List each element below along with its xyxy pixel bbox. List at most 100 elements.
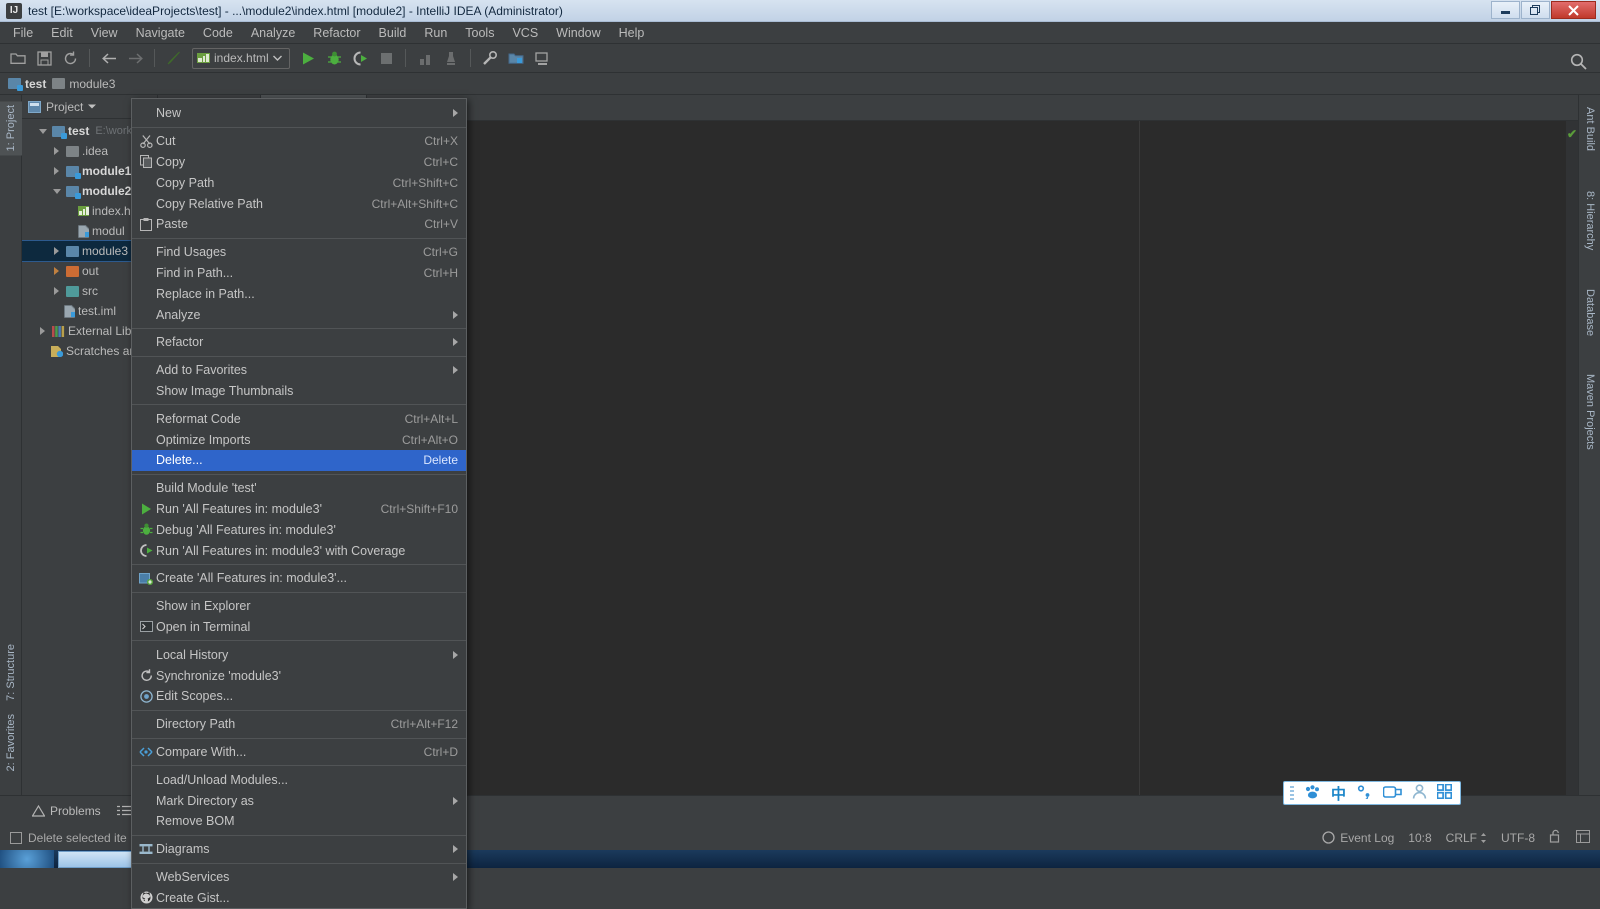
open-folder-icon[interactable] — [6, 46, 30, 70]
menu-item-new[interactable]: New — [132, 103, 466, 124]
coverage-icon[interactable] — [348, 46, 372, 70]
unlock-icon[interactable] — [1549, 829, 1562, 846]
attach-icon[interactable] — [439, 46, 463, 70]
bottom-tab-problems[interactable]: Problems — [24, 804, 109, 818]
menu-item-run-all-features[interactable]: Run 'All Features in: module3' Ctrl+Shif… — [132, 499, 466, 520]
undo-icon[interactable] — [162, 46, 186, 70]
menu-item-diagrams[interactable]: Diagrams — [132, 839, 466, 860]
restore-button[interactable] — [1521, 1, 1550, 19]
menu-refactor[interactable]: Refactor — [304, 24, 369, 42]
stop-icon[interactable] — [374, 46, 398, 70]
tool-tab-ant-build[interactable]: Ant Build — [1579, 103, 1600, 155]
menu-item-copy[interactable]: Copy Ctrl+C — [132, 152, 466, 173]
menu-item-local-history[interactable]: Local History — [132, 644, 466, 665]
menu-item-analyze[interactable]: Analyze — [132, 304, 466, 325]
menu-help[interactable]: Help — [610, 24, 654, 42]
menu-item-replace-in-path[interactable]: Replace in Path... — [132, 283, 466, 304]
close-button[interactable] — [1551, 1, 1596, 19]
menu-item-mark-directory-as[interactable]: Mark Directory as — [132, 790, 466, 811]
grid-icon[interactable] — [1436, 783, 1453, 802]
menu-view[interactable]: View — [82, 24, 127, 42]
menu-window[interactable]: Window — [547, 24, 609, 42]
run-configuration-selector[interactable]: index.html — [192, 47, 290, 69]
project-structure-icon[interactable] — [504, 46, 528, 70]
tool-tab-project[interactable]: 1: Project — [0, 101, 22, 156]
menu-item-create-run-config[interactable]: Create 'All Features in: module3'... — [132, 568, 466, 589]
build-icon[interactable] — [413, 46, 437, 70]
menu-tools[interactable]: Tools — [456, 24, 503, 42]
menu-item-find-usages[interactable]: Find Usages Ctrl+G — [132, 242, 466, 263]
menu-item-compare-with[interactable]: Compare With... Ctrl+D — [132, 742, 466, 763]
menu-item-copy-path[interactable]: Copy Path Ctrl+Shift+C — [132, 172, 466, 193]
menu-item-delete[interactable]: Delete... Delete — [132, 449, 466, 471]
menu-item-webservices[interactable]: WebServices — [132, 867, 466, 888]
menu-item-debug-all-features[interactable]: Debug 'All Features in: module3' — [132, 519, 466, 540]
menu-item-synchronize[interactable]: Synchronize 'module3' — [132, 665, 466, 686]
inspection-stripe[interactable]: ✔ — [1566, 121, 1578, 795]
forward-icon[interactable] — [123, 46, 147, 70]
menu-item-reformat-code[interactable]: Reformat Code Ctrl+Alt+L — [132, 408, 466, 429]
tool-tab-maven-projects[interactable]: Maven Projects — [1579, 370, 1600, 454]
expand-toggle[interactable] — [50, 147, 63, 155]
ime-drag-handle[interactable] — [1290, 786, 1294, 800]
debug-icon[interactable] — [322, 46, 346, 70]
menu-edit[interactable]: Edit — [42, 24, 82, 42]
caret-position[interactable]: 10:8 — [1408, 831, 1431, 845]
tool-tab-structure[interactable]: 7: Structure — [0, 640, 22, 705]
context-menu[interactable]: New Cut Ctrl+X Copy Ctrl+C Copy Path Ctr… — [131, 98, 467, 909]
expand-toggle[interactable] — [36, 128, 49, 134]
sync-icon[interactable] — [58, 46, 82, 70]
expand-toggle[interactable] — [50, 167, 63, 175]
tool-tab-hierarchy[interactable]: 8: Hierarchy — [1579, 187, 1600, 254]
tool-tab-database[interactable]: Database — [1579, 285, 1600, 340]
menu-item-find-in-path[interactable]: Find in Path... Ctrl+H — [132, 263, 466, 284]
menu-item-add-to-favorites[interactable]: Add to Favorites — [132, 360, 466, 381]
menu-item-show-image-thumbnails[interactable]: Show Image Thumbnails — [132, 381, 466, 402]
menu-item-paste[interactable]: Paste Ctrl+V — [132, 214, 466, 235]
menu-item-optimize-imports[interactable]: Optimize Imports Ctrl+Alt+O — [132, 429, 466, 450]
menu-file[interactable]: File — [4, 24, 42, 42]
keyboard-icon[interactable] — [1382, 785, 1402, 802]
expand-toggle[interactable] — [50, 247, 63, 255]
layout-icon[interactable] — [1576, 829, 1590, 846]
settings-icon[interactable] — [478, 46, 502, 70]
menu-navigate[interactable]: Navigate — [127, 24, 194, 42]
expand-toggle[interactable] — [50, 188, 63, 194]
menu-item-cut[interactable]: Cut Ctrl+X — [132, 131, 466, 152]
run-icon[interactable] — [296, 46, 320, 70]
menu-build[interactable]: Build — [370, 24, 416, 42]
menu-item-refactor[interactable]: Refactor — [132, 332, 466, 353]
menu-item-create-gist[interactable]: Create Gist... — [132, 887, 466, 908]
back-icon[interactable] — [97, 46, 121, 70]
expand-toggle[interactable] — [50, 287, 63, 295]
menu-run[interactable]: Run — [415, 24, 456, 42]
search-everywhere-icon[interactable] — [1566, 49, 1590, 73]
paw-icon[interactable] — [1304, 784, 1321, 802]
ime-toolbar[interactable]: 中 — [1283, 781, 1462, 805]
menu-item-run-with-coverage[interactable]: Run 'All Features in: module3' with Cove… — [132, 540, 466, 561]
breadcrumb-item-module3[interactable]: module3 — [52, 77, 115, 91]
ime-mode-chinese[interactable]: 中 — [1331, 783, 1346, 804]
start-button[interactable] — [0, 850, 54, 868]
punctuation-icon[interactable] — [1356, 784, 1373, 802]
menu-code[interactable]: Code — [194, 24, 242, 42]
menu-item-load-unload-modules[interactable]: Load/Unload Modules... — [132, 769, 466, 790]
breadcrumb-item-test[interactable]: test — [8, 77, 46, 91]
menu-vcs[interactable]: VCS — [503, 24, 547, 42]
minimize-button[interactable] — [1491, 1, 1520, 19]
menu-analyze[interactable]: Analyze — [242, 24, 304, 42]
menu-item-directory-path[interactable]: Directory Path Ctrl+Alt+F12 — [132, 714, 466, 735]
menu-item-copy-relative-path[interactable]: Copy Relative Path Ctrl+Alt+Shift+C — [132, 193, 466, 214]
menu-item-show-in-explorer[interactable]: Show in Explorer — [132, 596, 466, 617]
event-log-button[interactable]: Event Log — [1322, 831, 1394, 845]
menu-item-remove-bom[interactable]: Remove BOM — [132, 811, 466, 832]
expand-toggle[interactable] — [50, 267, 63, 275]
tool-tab-favorites[interactable]: 2: Favorites — [0, 710, 22, 775]
menu-item-edit-scopes[interactable]: Edit Scopes... — [132, 686, 466, 707]
person-icon[interactable] — [1412, 784, 1427, 802]
encoding-selector[interactable]: UTF-8 — [1501, 831, 1535, 845]
sdk-icon[interactable] — [530, 46, 554, 70]
expand-toggle[interactable] — [36, 327, 49, 335]
line-separator-selector[interactable]: CRLF — [1446, 831, 1487, 845]
menu-item-build-module[interactable]: Build Module 'test' — [132, 478, 466, 499]
